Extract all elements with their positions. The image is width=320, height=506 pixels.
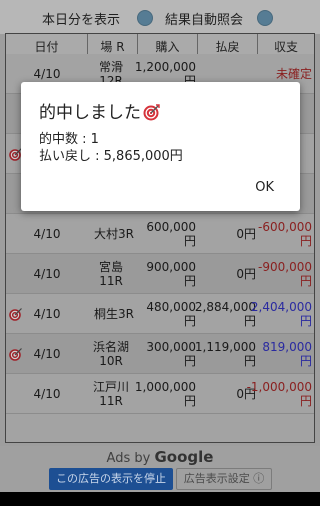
- hit-dialog: 的中しました 的中数 : 1 払い戻し : 5,865,000円 OK: [21, 82, 300, 211]
- cell-balance: -1,000,000 円: [246, 380, 312, 408]
- table-row[interactable]: 4/10 大村3R 600,000円 0円 -600,000円: [6, 214, 314, 254]
- app-screen: 本日分を表示 結果自動照会 日付 場 R 購入 払戻 収支 4/10 常滑12R 1…: [0, 0, 320, 506]
- system-nav-bar: [0, 492, 320, 506]
- dialog-title: 的中しました: [39, 98, 161, 123]
- cell-payout: 0円: [236, 227, 256, 241]
- table-row[interactable]: 4/10 桐生3R 480,000円 2,884,000 円 2,404,000 円: [6, 294, 314, 334]
- option-bar: 本日分を表示 結果自動照会: [0, 0, 320, 34]
- auto-result-toggle[interactable]: [257, 10, 273, 26]
- cell-date: 4/10: [33, 307, 61, 321]
- cell-purchase: 600,000円: [146, 220, 196, 248]
- cell-payout: 0円: [236, 267, 256, 281]
- dialog-payout: 払い戻し : 5,865,000円: [39, 149, 183, 164]
- ok-button[interactable]: OK: [255, 180, 274, 195]
- cell-balance: -600,000円: [258, 220, 312, 248]
- cell-date: 4/10: [33, 227, 61, 241]
- cell-purchase: 1,000,000 円: [134, 380, 196, 408]
- cell-venue: 桐生3R: [94, 307, 134, 321]
- cell-date: 4/10: [33, 347, 61, 361]
- table-row[interactable]: 4/10 浜名湖10R 300,000円 1,119,000 円 819,000円: [6, 334, 314, 374]
- ad-settings-button[interactable]: 広告表示設定 ⓘ: [176, 468, 272, 490]
- table-row[interactable]: 4/10 江戸川11R 1,000,000 円 0円 -1,000,000 円: [6, 374, 314, 414]
- cell-venue: 江戸川11R: [92, 380, 129, 408]
- stop-ad-button[interactable]: この広告の表示を停止: [49, 468, 173, 490]
- cell-purchase: 900,000円: [146, 260, 196, 288]
- show-today-toggle[interactable]: [137, 10, 153, 26]
- ads-by-label: Ads by Google: [0, 448, 320, 466]
- show-today-label: 本日分を表示: [42, 13, 121, 28]
- cell-date: 4/10: [33, 387, 61, 401]
- cell-venue: 浜名湖10R: [92, 340, 129, 368]
- ad-bar: Ads by Google この広告の表示を停止 広告表示設定 ⓘ: [0, 446, 320, 492]
- google-logo-text: Google: [154, 448, 214, 466]
- cell-payout: 2,884,000 円: [194, 300, 256, 328]
- cell-purchase: 480,000円: [146, 300, 196, 328]
- cell-payout: 1,119,000 円: [194, 340, 256, 368]
- cell-venue: 大村3R: [94, 227, 134, 241]
- target-icon: [143, 104, 160, 121]
- cell-venue: 宮島11R: [98, 260, 123, 288]
- table-row[interactable]: 4/10 宮島11R 900,000円 0円 -900,000円: [6, 254, 314, 294]
- cell-date: 4/10: [33, 267, 61, 281]
- cell-balance: -900,000円: [258, 260, 312, 288]
- ads-by-text: Ads by: [106, 451, 151, 466]
- cell-purchase: 300,000円: [146, 340, 196, 368]
- dialog-title-text: 的中しました: [39, 103, 141, 123]
- auto-result-label: 結果自動照会: [165, 13, 244, 28]
- cell-balance: 819,000円: [262, 340, 312, 368]
- cell-balance: 2,404,000 円: [250, 300, 312, 328]
